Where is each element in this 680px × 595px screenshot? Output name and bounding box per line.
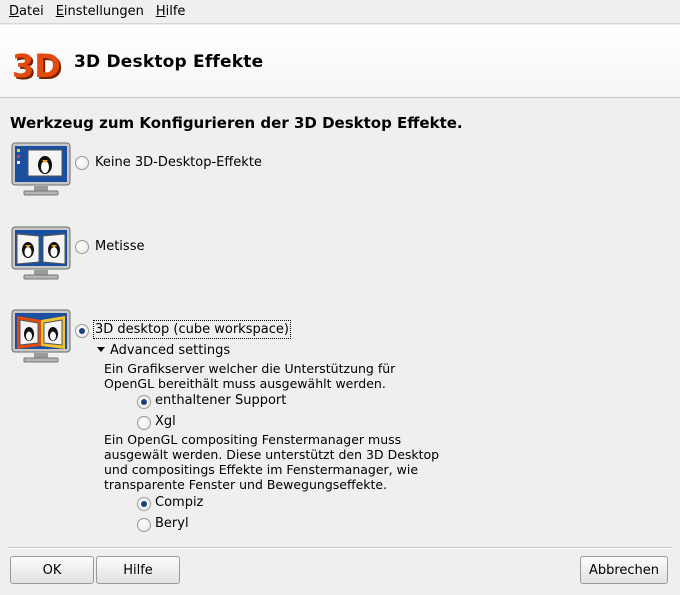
ok-button[interactable]: OK <box>10 556 94 584</box>
radio-compiz[interactable] <box>137 497 151 511</box>
window-manager-description: Ein OpenGL compositing Fenstermanager mu… <box>104 432 440 492</box>
option-label-xgl: Xgl <box>155 414 176 429</box>
radio-built-in-support[interactable] <box>137 395 151 409</box>
monitor-cube-desktop-icon <box>11 309 71 363</box>
button-separator <box>8 547 672 549</box>
server-description: Ein Grafikserver welcher die Unterstützu… <box>104 361 396 391</box>
option-label-beryl: Beryl <box>155 516 189 531</box>
menu-einstellungen[interactable]: Einstellungen <box>51 4 149 19</box>
radio-xgl[interactable] <box>137 416 151 430</box>
menu-hilfe[interactable]: Hilfe <box>151 4 191 19</box>
help-button[interactable]: Hilfe <box>96 556 180 584</box>
option-label-metisse: Metisse <box>95 239 145 254</box>
monitor-metisse-icon <box>11 226 71 280</box>
monitor-plain-desktop-icon <box>11 142 71 196</box>
header-banner: 3D 3D 3D Desktop Effekte <box>0 25 680 98</box>
svg-text:3D: 3D <box>12 47 61 85</box>
option-label-3d-cube: 3D desktop (cube workspace) <box>93 320 291 339</box>
cancel-button[interactable]: Abbrechen <box>580 556 668 584</box>
radio-metisse[interactable] <box>75 240 89 254</box>
menu-bar: Datei Einstellungen Hilfe <box>0 0 680 24</box>
page-title: 3D Desktop Effekte <box>74 52 264 72</box>
option-label-built-in-support: enthaltener Support <box>155 393 287 408</box>
radio-3d-cube[interactable] <box>75 324 89 338</box>
section-heading: Werkzeug zum Konfigurieren der 3D Deskto… <box>10 114 463 132</box>
radio-beryl[interactable] <box>137 518 151 532</box>
option-label-compiz: Compiz <box>155 495 204 510</box>
option-label-no-effects: Keine 3D-Desktop-Effekte <box>95 155 262 170</box>
radio-no-effects[interactable] <box>75 156 89 170</box>
expander-arrow-icon[interactable] <box>97 347 105 352</box>
advanced-settings-toggle[interactable]: Advanced settings <box>110 343 230 358</box>
menu-datei[interactable]: Datei <box>4 4 49 19</box>
3d-logo-icon: 3D 3D <box>12 47 63 85</box>
